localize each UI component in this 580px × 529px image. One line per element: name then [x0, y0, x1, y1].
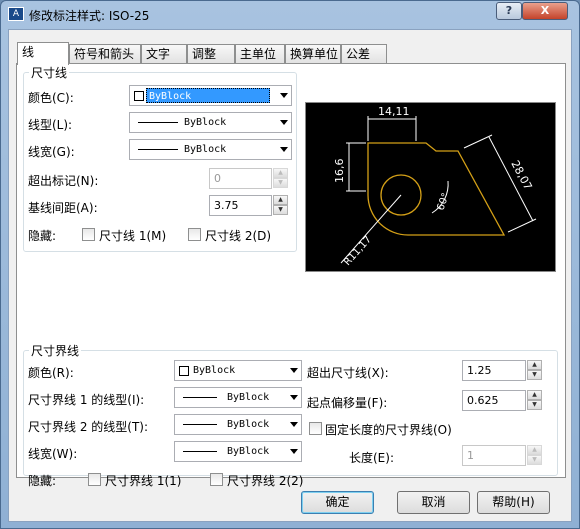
tab-lines[interactable]: 线: [17, 42, 69, 65]
ext-color-combo[interactable]: ByBlock: [174, 360, 302, 381]
ext-suppress-label: 隐藏:: [28, 474, 57, 488]
line-sample-icon: [138, 149, 178, 150]
dialog-window: A 修改标注样式: ISO-25 ? X 线 符号和箭头 文字 调整 主单位 换…: [0, 0, 580, 529]
help-button[interactable]: 帮助(H): [477, 491, 550, 514]
ext-linetype1-value: ByBlock: [227, 392, 270, 403]
chevron-down-icon: [280, 93, 288, 98]
chevron-down-icon: [290, 449, 298, 454]
tab-tolerances[interactable]: 公差: [341, 44, 387, 64]
ext-length-label: 长度(E):: [349, 451, 394, 465]
dim-baseline-field[interactable]: 3.75: [209, 195, 272, 216]
preview-drawing: 14,11 16,6 28,07 60° R11,17: [333, 105, 537, 268]
dim-suppress-label: 隐藏:: [28, 229, 57, 243]
autocad-icon: A: [8, 7, 24, 21]
dim-color-value: ByBlock: [146, 88, 270, 103]
chevron-down-icon: [290, 422, 298, 427]
ext-extend-label: 超出尺寸线(X):: [307, 366, 389, 380]
line-sample-icon: [183, 397, 217, 398]
dim-lineweight-combo[interactable]: ByBlock: [129, 139, 292, 160]
dim-linetype-value: ByBlock: [184, 117, 227, 128]
fixed-length-checkbox[interactable]: [309, 422, 322, 435]
ext-linetype2-value: ByBlock: [227, 419, 270, 430]
help-title-button[interactable]: ?: [496, 2, 522, 20]
ext-lineweight-label: 线宽(W):: [28, 447, 78, 461]
dim-color-combo[interactable]: ByBlock: [129, 85, 292, 106]
ext-length-field[interactable]: 1: [462, 445, 526, 466]
dim-baseline-label: 基线间距(A):: [28, 201, 98, 215]
dim-linetype-label: 线型(L):: [28, 118, 73, 132]
title-bar[interactable]: A 修改标注样式: ISO-25 ? X: [1, 1, 579, 29]
dim-linetype-combo[interactable]: ByBlock: [129, 112, 292, 133]
preview-geometry: [367, 142, 506, 236]
suppress-ext-line-2-checkbox[interactable]: [210, 473, 223, 486]
line-sample-icon: [138, 122, 178, 123]
ok-button[interactable]: 确定: [301, 491, 374, 514]
ext-lineweight-combo[interactable]: ByBlock: [174, 441, 302, 462]
dimension-lines-group: 尺寸线 颜色(C): ByBlock 线型(L): ByBlock 线宽(G):…: [23, 64, 297, 252]
ext-offset-spinner[interactable]: ▲ ▼: [527, 390, 542, 411]
ext-color-label: 颜色(R):: [28, 366, 74, 380]
color-swatch-icon: [134, 91, 144, 101]
close-button[interactable]: X: [522, 2, 568, 20]
preview-dim-left: 16,6: [333, 159, 346, 184]
dim-extend-label: 超出标记(N):: [28, 174, 99, 188]
tab-symbols-arrows[interactable]: 符号和箭头: [69, 44, 141, 64]
ext-length-spinner[interactable]: ▲ ▼: [527, 445, 542, 466]
dim-color-label: 颜色(C):: [28, 91, 74, 105]
cancel-button[interactable]: 取消: [397, 491, 470, 514]
dialog-client: 线 符号和箭头 文字 调整 主单位 换算单位 公差 尺寸线 颜色(C): ByB…: [8, 29, 572, 522]
tab-alternate-units[interactable]: 换算单位: [285, 44, 341, 64]
line-sample-icon: [183, 451, 217, 452]
color-swatch-icon: [179, 366, 189, 376]
suppress-dim-line-1-label[interactable]: 尺寸线 1(M): [99, 227, 166, 244]
line-sample-icon: [183, 424, 217, 425]
dim-extend-field[interactable]: 0: [209, 168, 272, 189]
dim-extend-spinner[interactable]: ▲ ▼: [273, 168, 288, 189]
suppress-dim-line-1-checkbox[interactable]: [82, 228, 95, 241]
tab-text[interactable]: 文字: [141, 44, 187, 64]
ext-lineweight-value: ByBlock: [227, 446, 270, 457]
chevron-down-icon: [290, 368, 298, 373]
tab-panel-lines: 尺寸线 颜色(C): ByBlock 线型(L): ByBlock 线宽(G):…: [16, 63, 566, 488]
tab-fit[interactable]: 调整: [187, 44, 235, 64]
dim-baseline-spinner[interactable]: ▲ ▼: [273, 195, 288, 216]
preview-dim-top: 14,11: [378, 105, 410, 118]
suppress-ext-line-1-checkbox[interactable]: [88, 473, 101, 486]
extension-lines-title: 尺寸界线: [29, 342, 82, 359]
extension-lines-group: 尺寸界线 颜色(R): ByBlock 尺寸界线 1 的线型(I): ByBlo…: [23, 342, 558, 488]
preview-dim-radius: R11,17: [342, 234, 374, 268]
suppress-dim-line-2-checkbox[interactable]: [188, 228, 201, 241]
chevron-down-icon: [280, 147, 288, 152]
suppress-ext-line-1-label[interactable]: 尺寸界线 1(1): [105, 472, 181, 489]
ext-linetype1-combo[interactable]: ByBlock: [174, 387, 302, 408]
dimension-lines-title: 尺寸线: [29, 64, 70, 81]
suppress-dim-line-2-label[interactable]: 尺寸线 2(D): [205, 227, 271, 244]
ext-offset-field[interactable]: 0.625: [462, 390, 526, 411]
preview-dim-diagonal: 28,07: [508, 158, 534, 192]
dim-lineweight-value: ByBlock: [184, 144, 227, 155]
dim-lineweight-label: 线宽(G):: [28, 145, 75, 159]
ext-linetype2-combo[interactable]: ByBlock: [174, 414, 302, 435]
ext-linetype2-label: 尺寸界线 2 的线型(T):: [28, 420, 149, 434]
tab-primary-units[interactable]: 主单位: [235, 44, 285, 64]
ext-extend-spinner[interactable]: ▲ ▼: [527, 360, 542, 381]
chevron-down-icon: [290, 395, 298, 400]
window-title: 修改标注样式: ISO-25: [29, 9, 150, 23]
chevron-down-icon: [280, 120, 288, 125]
style-preview: 14,11 16,6 28,07 60° R11,17: [305, 102, 556, 272]
ext-color-value: ByBlock: [193, 365, 236, 376]
fixed-length-label[interactable]: 固定长度的尺寸界线(O): [325, 421, 452, 438]
ext-linetype1-label: 尺寸界线 1 的线型(I):: [28, 393, 145, 407]
ext-offset-label: 起点偏移量(F):: [307, 396, 388, 410]
suppress-ext-line-2-label[interactable]: 尺寸界线 2(2): [227, 472, 303, 489]
preview-dim-angle: 60°: [435, 192, 451, 212]
preview-part-outline: [367, 142, 506, 236]
ext-extend-field[interactable]: 1.25: [462, 360, 526, 381]
